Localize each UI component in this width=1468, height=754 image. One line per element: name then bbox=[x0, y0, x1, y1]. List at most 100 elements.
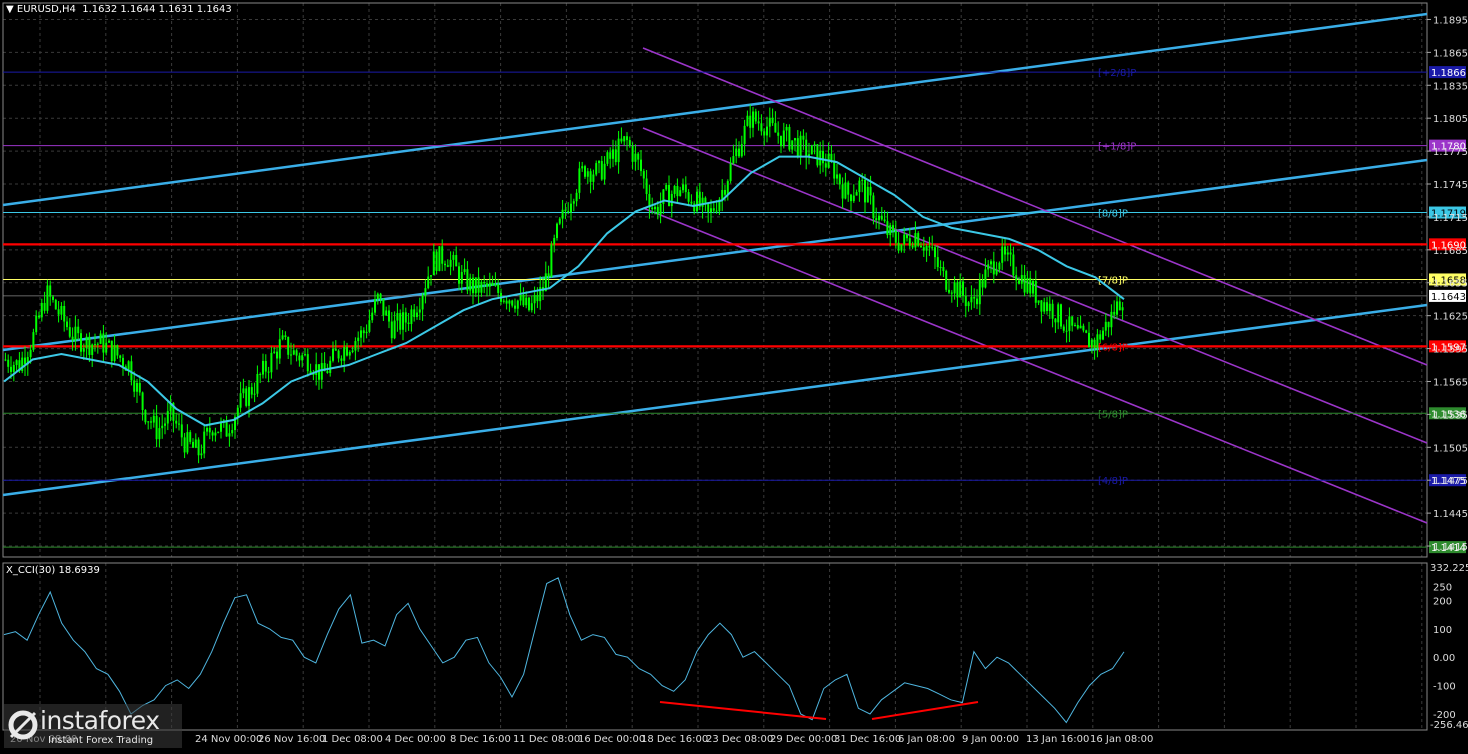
candle-body bbox=[200, 453, 203, 456]
candle-body bbox=[729, 163, 732, 182]
candle-body bbox=[558, 218, 561, 224]
candle-body bbox=[231, 430, 234, 434]
candle-body bbox=[88, 336, 91, 355]
candle-body bbox=[676, 185, 679, 197]
candle-body bbox=[925, 246, 928, 251]
candle-body bbox=[57, 309, 60, 315]
candle-body bbox=[343, 347, 346, 361]
candle-body bbox=[1018, 280, 1020, 284]
candle-body bbox=[1104, 321, 1107, 331]
candle-body bbox=[46, 285, 49, 311]
candle-body bbox=[962, 281, 964, 296]
price-tick-label: 1.1505 bbox=[1433, 443, 1468, 454]
candle-body bbox=[794, 138, 796, 141]
cci-min-label: -256.464 bbox=[1430, 720, 1468, 731]
candle-body bbox=[192, 441, 194, 448]
candle-body bbox=[66, 321, 68, 328]
menu-triangle-icon[interactable]: ▼ bbox=[6, 4, 14, 15]
candle-body bbox=[248, 387, 250, 406]
candle-body bbox=[950, 292, 953, 294]
candle-body bbox=[556, 223, 558, 239]
candle-body bbox=[374, 299, 376, 313]
candle-body bbox=[656, 206, 659, 215]
candle-body bbox=[74, 326, 77, 341]
candle-body bbox=[754, 111, 757, 122]
candle-body bbox=[726, 181, 729, 195]
candle-body bbox=[175, 420, 178, 424]
candle-body bbox=[315, 364, 318, 375]
candle-body bbox=[1071, 316, 1074, 326]
candle-body bbox=[161, 425, 164, 429]
candle-body bbox=[29, 349, 32, 358]
candle-body bbox=[908, 238, 911, 246]
candle-body bbox=[396, 313, 399, 321]
candle-body bbox=[948, 289, 950, 293]
candle-body bbox=[942, 267, 945, 271]
candle-body bbox=[416, 312, 418, 317]
candle-body bbox=[976, 298, 978, 305]
candle-body bbox=[371, 312, 374, 321]
candle-body bbox=[80, 333, 82, 352]
candle-body bbox=[628, 140, 631, 146]
candle-body bbox=[1090, 339, 1093, 348]
candle-body bbox=[136, 383, 138, 392]
candle-body bbox=[922, 247, 925, 251]
candle-body bbox=[206, 427, 208, 432]
candle-body bbox=[777, 132, 780, 136]
candle-body bbox=[399, 313, 402, 330]
candle-body bbox=[514, 305, 516, 309]
candle-body bbox=[553, 238, 556, 245]
candle-body bbox=[1116, 301, 1118, 315]
candle-body bbox=[236, 407, 239, 417]
candle-body bbox=[626, 136, 628, 141]
price-tick-label: 1.1415 bbox=[1433, 542, 1468, 553]
candle-body bbox=[984, 269, 987, 288]
candle-body bbox=[1096, 334, 1099, 349]
candle-body bbox=[10, 366, 12, 372]
candle-body bbox=[38, 315, 40, 318]
candle-body bbox=[631, 145, 634, 162]
price-tick-label: 1.1535 bbox=[1433, 410, 1468, 421]
candle-body bbox=[673, 185, 676, 194]
candle-body bbox=[1074, 325, 1076, 327]
candle-body bbox=[617, 138, 620, 163]
candle-body bbox=[273, 351, 276, 353]
price-tick-label: 1.1475 bbox=[1433, 476, 1468, 487]
candle-body bbox=[850, 194, 852, 202]
candle-body bbox=[15, 360, 18, 366]
candle-body bbox=[522, 294, 525, 306]
candle-body bbox=[945, 270, 948, 290]
candle-body bbox=[609, 152, 612, 159]
candle-body bbox=[404, 312, 407, 323]
candle-body bbox=[225, 420, 228, 437]
candle-body bbox=[32, 332, 35, 350]
candle-body bbox=[301, 355, 304, 361]
candle-body bbox=[1023, 275, 1026, 293]
candle-body bbox=[1121, 307, 1124, 311]
candle-body bbox=[575, 192, 578, 202]
candle-body bbox=[822, 150, 824, 164]
candle-body bbox=[978, 279, 981, 305]
candle-body bbox=[802, 135, 805, 140]
candle-body bbox=[855, 192, 858, 196]
candle-body bbox=[704, 197, 707, 203]
candle-body bbox=[1093, 339, 1096, 349]
candle-body bbox=[71, 336, 74, 341]
candle-body bbox=[427, 276, 430, 289]
candle-body bbox=[519, 294, 522, 301]
symbol-header[interactable]: ▼ EURUSD,H4 1.1632 1.1644 1.1631 1.1643 bbox=[6, 4, 232, 15]
candle-body bbox=[864, 179, 866, 203]
candle-body bbox=[63, 305, 66, 322]
candle-body bbox=[264, 360, 267, 372]
candle-body bbox=[194, 439, 197, 448]
candle-body bbox=[693, 203, 696, 212]
murrey-label: [+1/8]P bbox=[1098, 142, 1136, 153]
candle-body bbox=[847, 182, 850, 195]
candle-body bbox=[1048, 303, 1051, 312]
candle-body bbox=[743, 125, 746, 145]
candle-body bbox=[581, 166, 584, 169]
candle-body bbox=[24, 357, 26, 365]
candle-body bbox=[203, 431, 206, 454]
murrey-label: [7/8]P bbox=[1098, 275, 1128, 286]
price-tick-label: 1.1655 bbox=[1433, 279, 1468, 290]
